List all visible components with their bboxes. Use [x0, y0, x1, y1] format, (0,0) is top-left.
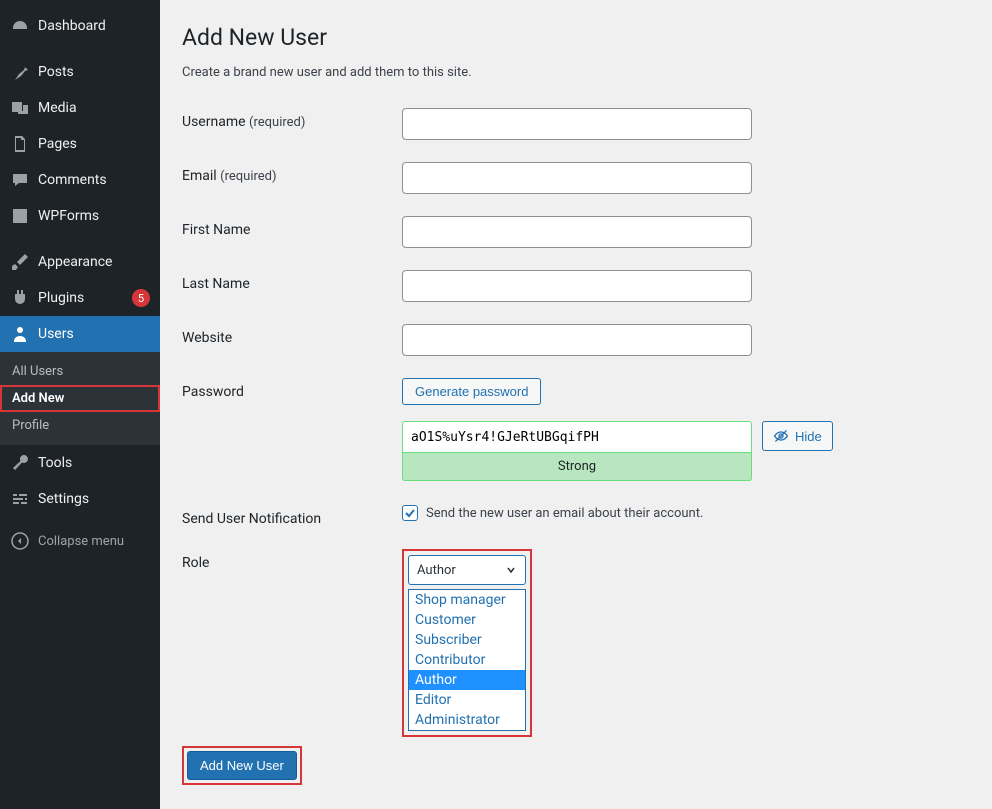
sidebar-item-plugins[interactable]: Plugins 5: [0, 280, 160, 316]
hide-password-button[interactable]: Hide: [762, 421, 833, 451]
sidebar-item-dashboard[interactable]: Dashboard: [0, 8, 160, 44]
sidebar-item-label: Comments: [38, 172, 150, 188]
username-label: Username (required): [182, 108, 402, 130]
submenu-item-all-users[interactable]: All Users: [0, 358, 160, 385]
wrench-icon: [10, 453, 30, 473]
submit-highlight-box: Add New User: [182, 746, 302, 785]
chevron-down-icon: [505, 564, 517, 576]
role-label: Role: [182, 549, 402, 571]
sidebar-item-posts[interactable]: Posts: [0, 54, 160, 90]
sidebar-item-label: WPForms: [38, 208, 150, 224]
current-menu-arrow: [160, 326, 168, 342]
password-strength-indicator: Strong: [402, 453, 752, 481]
sidebar-item-label: Pages: [38, 136, 150, 152]
sidebar-item-appearance[interactable]: Appearance: [0, 244, 160, 280]
sidebar-item-label: Dashboard: [38, 18, 150, 34]
sidebar-item-label: Plugins: [38, 290, 128, 306]
password-label: Password: [182, 378, 402, 400]
role-selected-value: Author: [417, 563, 456, 578]
eye-slash-icon: [773, 428, 789, 444]
role-option-subscriber[interactable]: Subscriber: [409, 630, 525, 650]
lastname-label: Last Name: [182, 270, 402, 292]
add-new-user-button[interactable]: Add New User: [187, 751, 297, 780]
collapse-menu-label: Collapse menu: [38, 534, 124, 549]
page-title: Add New User: [182, 24, 972, 51]
generate-password-button[interactable]: Generate password: [402, 378, 541, 405]
sidebar-item-label: Users: [38, 326, 150, 342]
website-input[interactable]: [402, 324, 752, 356]
website-label: Website: [182, 324, 402, 346]
sidebar-item-label: Appearance: [38, 254, 150, 270]
sidebar-item-tools[interactable]: Tools: [0, 445, 160, 481]
media-icon: [10, 98, 30, 118]
admin-sidebar: Dashboard Posts Media Pages Comments: [0, 0, 160, 809]
sidebar-item-users[interactable]: Users: [0, 316, 160, 352]
notification-label: Send User Notification: [182, 505, 402, 527]
role-option-author[interactable]: Author: [409, 670, 525, 690]
role-select[interactable]: Author: [408, 555, 526, 585]
role-option-contributor[interactable]: Contributor: [409, 650, 525, 670]
sidebar-item-comments[interactable]: Comments: [0, 162, 160, 198]
role-option-editor[interactable]: Editor: [409, 690, 525, 710]
plugin-icon: [10, 288, 30, 308]
role-highlight-box: Author Shop manager Customer Subscriber …: [402, 549, 532, 737]
brush-icon: [10, 252, 30, 272]
sliders-icon: [10, 489, 30, 509]
submenu-item-profile[interactable]: Profile: [0, 412, 160, 439]
email-input[interactable]: [402, 162, 752, 194]
sidebar-item-label: Media: [38, 100, 150, 116]
password-input[interactable]: [402, 421, 752, 453]
sidebar-item-media[interactable]: Media: [0, 90, 160, 126]
main-content: Add New User Create a brand new user and…: [160, 0, 992, 809]
sidebar-item-label: Posts: [38, 64, 150, 80]
sidebar-item-wpforms[interactable]: WPForms: [0, 198, 160, 234]
page-subtitle: Create a brand new user and add them to …: [182, 65, 972, 80]
email-label: Email (required): [182, 162, 402, 184]
hide-button-label: Hide: [795, 429, 822, 444]
lastname-input[interactable]: [402, 270, 752, 302]
form-icon: [10, 206, 30, 226]
pin-icon: [10, 62, 30, 82]
comment-icon: [10, 170, 30, 190]
role-option-shop-manager[interactable]: Shop manager: [409, 590, 525, 610]
notification-text: Send the new user an email about their a…: [426, 506, 703, 521]
users-submenu: All Users Add New Profile: [0, 352, 160, 445]
sidebar-item-settings[interactable]: Settings: [0, 481, 160, 517]
user-icon: [10, 324, 30, 344]
sidebar-item-label: Settings: [38, 491, 150, 507]
page-icon: [10, 134, 30, 154]
sidebar-item-label: Tools: [38, 455, 150, 471]
firstname-input[interactable]: [402, 216, 752, 248]
notification-checkbox[interactable]: [402, 505, 418, 521]
role-options-list: Shop manager Customer Subscriber Contrib…: [408, 589, 526, 731]
sidebar-item-pages[interactable]: Pages: [0, 126, 160, 162]
collapse-menu-button[interactable]: Collapse menu: [0, 523, 160, 559]
collapse-icon: [10, 531, 30, 551]
submenu-item-add-new[interactable]: Add New: [0, 385, 160, 412]
role-option-administrator[interactable]: Administrator: [409, 710, 525, 730]
dashboard-icon: [10, 16, 30, 36]
username-input[interactable]: [402, 108, 752, 140]
plugins-update-badge: 5: [132, 289, 150, 307]
role-option-customer[interactable]: Customer: [409, 610, 525, 630]
firstname-label: First Name: [182, 216, 402, 238]
